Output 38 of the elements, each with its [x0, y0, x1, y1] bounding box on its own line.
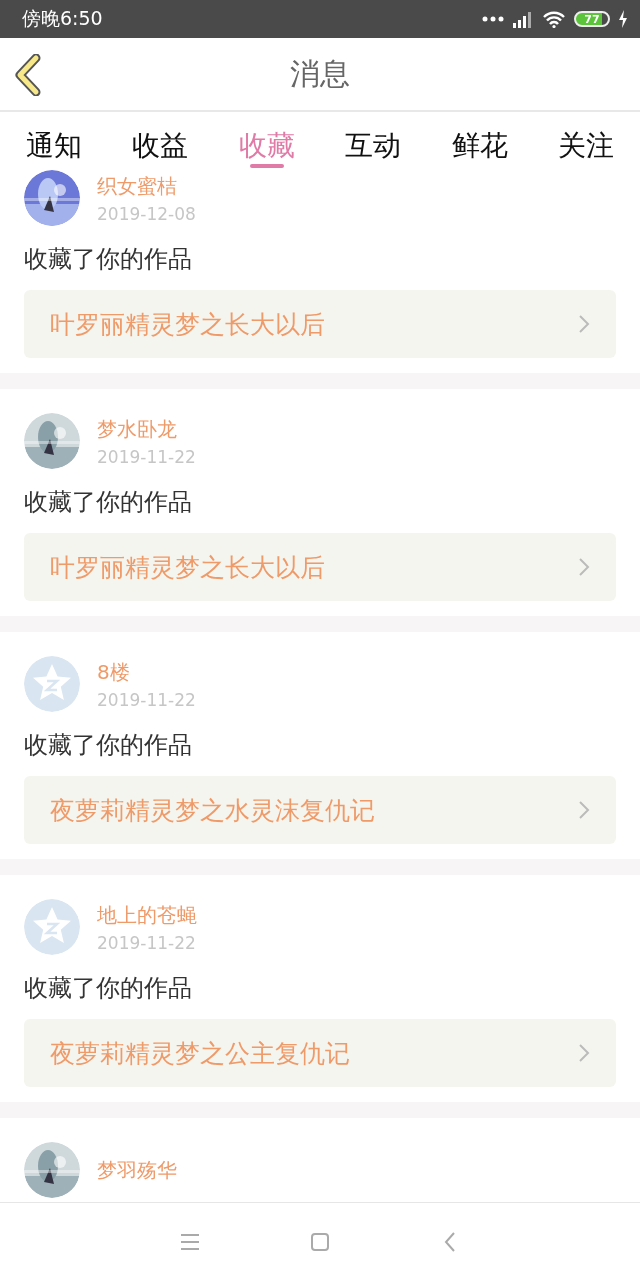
user-name[interactable]: 织女蜜桔: [97, 172, 196, 200]
user-name[interactable]: 梦水卧龙: [97, 415, 196, 443]
home-button[interactable]: [310, 1231, 330, 1252]
avatar-icon: [24, 899, 80, 955]
avatar-icon: [24, 656, 80, 712]
menu-button[interactable]: [180, 1231, 200, 1252]
user-name[interactable]: 8楼: [97, 658, 196, 686]
charging-icon: [618, 10, 628, 28]
chevron-right-icon: [578, 800, 590, 820]
action-text: 收藏了你的作品: [24, 487, 193, 518]
work-link[interactable]: 夜萝莉精灵梦之水灵沫复仇记: [24, 776, 616, 844]
date-text: 2019-11-22: [97, 932, 197, 953]
work-link[interactable]: 叶罗丽精灵梦之长大以后: [24, 533, 616, 601]
work-link[interactable]: 叶罗丽精灵梦之长大以后: [24, 290, 616, 358]
page-title: 消息: [290, 54, 350, 93]
chevron-right-icon: [578, 1043, 590, 1063]
wifi-icon: [542, 10, 566, 28]
action-text: 收藏了你的作品: [24, 244, 193, 275]
status-time: 傍晚6:50: [22, 6, 104, 31]
user-name[interactable]: 梦羽殇华: [97, 1156, 177, 1184]
action-text: 收藏了你的作品: [24, 730, 193, 761]
chevron-right-icon: [578, 557, 590, 577]
tab[interactable]: 鲜花: [445, 112, 514, 170]
tab[interactable]: 通知: [20, 112, 88, 170]
action-text: 收藏了你的作品: [24, 973, 193, 1004]
user-name[interactable]: 地上的苍蝇: [97, 901, 197, 929]
battery-indicator: 77: [574, 11, 610, 27]
chevron-right-icon: [578, 314, 590, 334]
tab[interactable]: 关注: [551, 112, 620, 170]
date-text: 2019-12-08: [97, 203, 196, 224]
signal-icon: [512, 10, 534, 28]
tab[interactable]: 收益: [126, 112, 195, 170]
dots-icon: [482, 16, 504, 22]
date-text: 2019-11-22: [97, 446, 196, 467]
work-link[interactable]: 夜萝莉精灵梦之公主复仇记: [24, 1019, 616, 1087]
tab[interactable]: 收藏: [232, 112, 301, 170]
tab[interactable]: 互动: [339, 112, 408, 170]
date-text: 2019-11-22: [97, 689, 196, 710]
